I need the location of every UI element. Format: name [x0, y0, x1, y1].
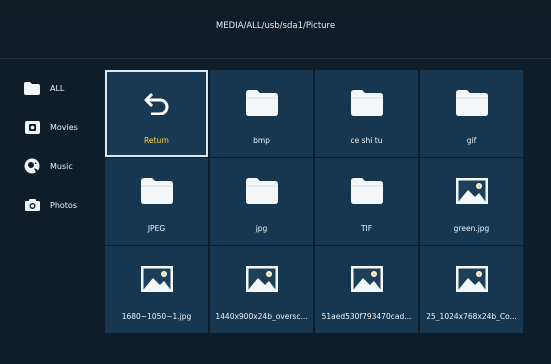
folder-tile[interactable]: bmp — [210, 70, 313, 157]
image-tile[interactable]: 1680~1050~1.jpg — [105, 246, 208, 333]
sidebar-item-all[interactable]: ALL — [24, 80, 64, 96]
tile-label: gif — [466, 136, 477, 145]
folder-tile[interactable]: gif — [420, 70, 523, 157]
tile-label: TIF — [360, 224, 373, 233]
folder-icon — [245, 86, 279, 120]
movie-icon — [24, 119, 40, 135]
tile-label: Return — [144, 136, 169, 145]
breadcrumb-path: MEDIA/ALL/usb/sda1/Picture — [215, 21, 336, 31]
sidebar-item-label: Music — [50, 161, 73, 171]
camera-icon — [24, 197, 40, 213]
folder-tile[interactable]: JPEG — [105, 158, 208, 245]
folder-icon — [350, 86, 384, 120]
tile-label: green.jpg — [453, 224, 490, 233]
tile-label: 51aed530f793470cad... — [321, 312, 412, 321]
image-tile[interactable]: 1440x900x24b_oversc... — [210, 246, 313, 333]
sidebar-item-photos[interactable]: Photos — [24, 197, 77, 213]
file-grid: Return bmp ce shi tu gif JPEG jpg TIF green.jpg… — [105, 70, 523, 336]
sidebar-item-label: Movies — [50, 122, 78, 132]
sidebar-item-label: Photos — [50, 200, 77, 210]
tile-label: 1680~1050~1.jpg — [121, 312, 192, 321]
folder-icon — [350, 174, 384, 208]
image-tile[interactable]: 25_1024x768x24b_Co... — [420, 246, 523, 333]
music-icon — [24, 158, 40, 174]
tile-label: JPEG — [147, 224, 166, 233]
sidebar-item-music[interactable]: Music — [24, 158, 73, 174]
tile-label: 25_1024x768x24b_Co... — [426, 312, 517, 321]
header-bar: MEDIA/ALL/usb/sda1/Picture — [0, 0, 551, 59]
tile-label: bmp — [253, 136, 270, 145]
folder-tile[interactable]: TIF — [315, 158, 418, 245]
folder-icon — [245, 174, 279, 208]
sidebar-item-movies[interactable]: Movies — [24, 119, 78, 135]
folder-icon — [140, 174, 174, 208]
image-tile[interactable]: green.jpg — [420, 158, 523, 245]
image-icon — [350, 262, 384, 296]
image-icon — [455, 174, 489, 208]
folder-tile[interactable]: jpg — [210, 158, 313, 245]
folder-icon — [455, 86, 489, 120]
folder-tile[interactable]: ce shi tu — [315, 70, 418, 157]
tile-label: ce shi tu — [350, 136, 383, 145]
return-icon — [140, 86, 174, 120]
image-icon — [140, 262, 174, 296]
return-tile[interactable]: Return — [105, 70, 208, 157]
tile-label: jpg — [255, 224, 268, 233]
sidebar-item-label: ALL — [50, 83, 65, 93]
image-tile[interactable]: 51aed530f793470cad... — [315, 246, 418, 333]
image-icon — [245, 262, 279, 296]
image-icon — [455, 262, 489, 296]
folder-icon — [24, 80, 40, 96]
tile-label: 1440x900x24b_oversc... — [215, 312, 308, 321]
